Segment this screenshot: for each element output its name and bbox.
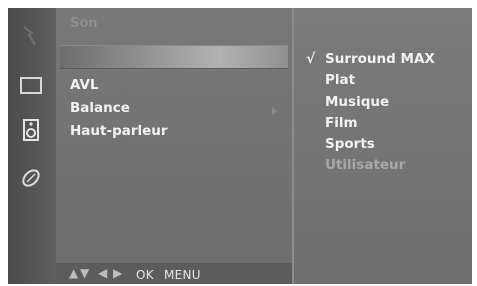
input-icon[interactable]	[19, 24, 43, 48]
option-sports[interactable]: Sports	[325, 136, 375, 152]
option-flat[interactable]: Plat	[325, 72, 355, 88]
sound-menu-panel: Son AVL Balance Haut-parleur ▲ ▼ ◀ ▶ OK …	[56, 8, 292, 284]
menu-item-speaker[interactable]: Haut-parleur	[70, 123, 168, 139]
menu-item-sound-mode-highlighted[interactable]	[60, 45, 288, 69]
checkmark-icon: √	[306, 51, 316, 67]
right-arrow-icon: ▶	[113, 266, 123, 280]
left-arrow-icon: ◀	[98, 266, 108, 280]
option-surround-max[interactable]: Surround MAX	[325, 51, 435, 67]
setup-icon[interactable]	[19, 166, 43, 190]
audio-icon[interactable]	[19, 118, 43, 142]
submenu-arrow-icon	[272, 107, 277, 115]
up-arrow-icon: ▲	[69, 266, 79, 280]
option-music[interactable]: Musique	[325, 94, 389, 110]
menu-title: Son	[70, 16, 98, 31]
option-user[interactable]: Utilisateur	[325, 157, 405, 173]
down-arrow-icon: ▼	[80, 266, 90, 280]
option-movie[interactable]: Film	[325, 115, 358, 131]
sound-mode-options-panel: √ Surround MAX Plat Musique Film Sports …	[294, 8, 472, 284]
tv-osd-screen: Son AVL Balance Haut-parleur ▲ ▼ ◀ ▶ OK …	[8, 8, 472, 284]
picture-icon[interactable]	[19, 74, 43, 98]
navigation-hint-bar: ▲ ▼ ◀ ▶ OK MENU	[56, 263, 292, 284]
menu-item-avl[interactable]: AVL	[70, 77, 99, 93]
menu-icon-bar	[8, 8, 56, 284]
ok-hint: OK	[136, 268, 154, 282]
menu-hint: MENU	[164, 268, 201, 282]
menu-item-balance[interactable]: Balance	[70, 100, 130, 116]
